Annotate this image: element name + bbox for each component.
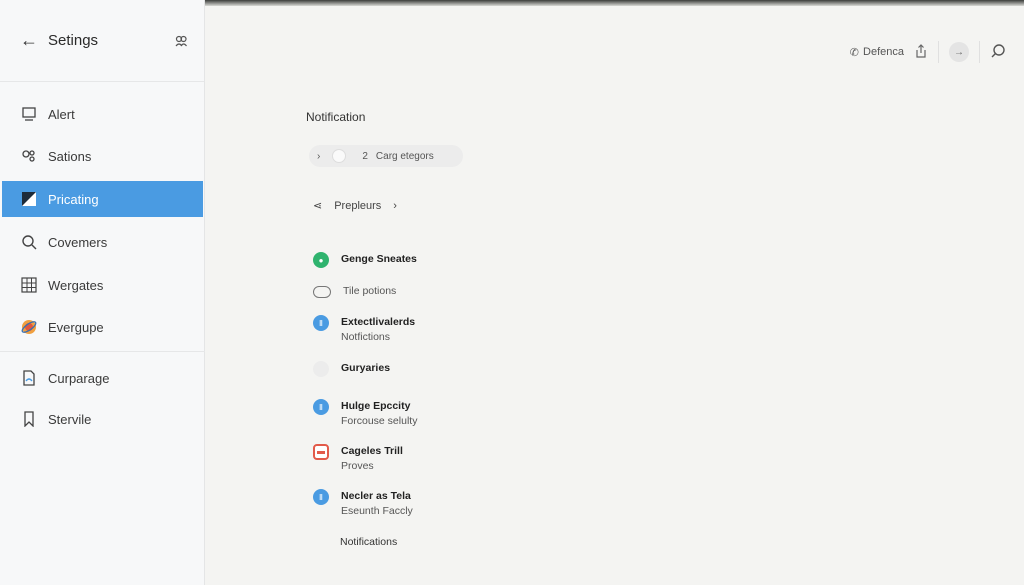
info-icon: Ⅱ [313, 399, 329, 415]
item-title: Cageles Trill [341, 445, 403, 457]
list-item[interactable]: Ⅱ Hulge Epccity Forcouse selulty [313, 399, 417, 429]
sidebar-item-label: Sations [48, 148, 92, 164]
people-icon[interactable] [174, 34, 188, 48]
list-item[interactable]: Tile potions [313, 284, 396, 299]
category-label: Carg etegors [375, 150, 434, 162]
link-icon [313, 286, 331, 298]
info-icon: Ⅱ [313, 315, 329, 331]
green-status-icon: ● [313, 252, 329, 268]
document-icon [20, 369, 38, 387]
item-title: Tile potions [343, 285, 397, 297]
item-subtitle: Proves [341, 460, 374, 472]
sidebar-item-curparage[interactable]: Curparage [2, 360, 203, 396]
toggle-switch[interactable] [332, 149, 347, 163]
sidebar-item-label: Wergates [48, 277, 104, 293]
globe-icon [20, 318, 38, 336]
arrow-icon: ⋖ [313, 200, 323, 212]
sidebar-item-stervile[interactable]: Stervile [2, 401, 203, 437]
settings-sidebar: ← Setings Alert Sations Pricating Coveme… [0, 0, 205, 585]
sidebar-divider [0, 351, 205, 352]
list-item[interactable]: Ⅱ Necler as Tela Eseunth Faccly [313, 489, 413, 519]
grid-icon [20, 276, 38, 294]
sidebar-item-alert[interactable]: Alert [2, 96, 203, 132]
sidebar-item-label: Curparage [48, 370, 110, 386]
monitor-icon [20, 105, 38, 123]
square-icon [20, 190, 38, 208]
item-subtitle: Forcouse selulty [341, 415, 418, 427]
sidebar-item-covemers[interactable]: Covemers [2, 224, 203, 260]
item-title: Genge Sneates [341, 253, 417, 265]
sidebar-item-sations[interactable]: Sations [2, 138, 203, 174]
sidebar-item-label: Evergupe [48, 319, 104, 335]
item-subtitle: Notfictions [341, 331, 391, 343]
sidebar-item-label: Stervile [48, 411, 92, 427]
list-item[interactable]: Cageles Trill Proves [313, 444, 403, 474]
sidebar-header: ← Setings [0, 0, 204, 82]
breadcrumb[interactable]: ⋖ Prepleurs › [313, 199, 397, 213]
sidebar-item-wergates[interactable]: Wergates [2, 267, 203, 303]
sidebar-item-pricating[interactable]: Pricating [2, 181, 203, 217]
category-count: 2 [362, 150, 368, 162]
item-subtitle: Eseunth Faccly [341, 505, 413, 517]
section-title: Notification [306, 110, 366, 124]
list-item[interactable]: ● Genge Sneates [313, 252, 417, 268]
back-arrow-icon[interactable]: ← [20, 30, 42, 51]
sidebar-title: Setings [48, 32, 99, 49]
item-title: Guryaries [341, 362, 391, 374]
chevron-right-icon[interactable]: › [317, 151, 320, 162]
sidebar-item-label: Pricating [48, 191, 99, 207]
item-title: Extectlivalerds [341, 316, 416, 328]
chevron-right-icon: › [393, 199, 397, 212]
item-title: Necler as Tela [341, 490, 411, 502]
info-icon: Ⅱ [313, 489, 329, 505]
search-icon [20, 233, 38, 251]
notification-settings-panel: Notification › 2 Carg etegors ⋖ Prepleur… [205, 0, 1024, 585]
category-filter-pill[interactable]: › 2 Carg etegors [309, 145, 463, 167]
calendar-icon [313, 444, 329, 460]
sidebar-item-label: Alert [48, 106, 75, 122]
breadcrumb-label: Prepleurs [334, 199, 382, 212]
nodes-icon [20, 147, 38, 165]
bookmark-icon [20, 410, 38, 428]
item-title: Hulge Epccity [341, 400, 411, 412]
empty-circle-icon [313, 361, 329, 377]
sidebar-item-evergupe[interactable]: Evergupe [2, 309, 203, 345]
list-item[interactable]: Guryaries [313, 361, 390, 377]
sidebar-item-label: Covemers [48, 234, 108, 250]
notifications-link[interactable]: Notifications [340, 536, 397, 548]
list-item[interactable]: Ⅱ Extectlivalerds Notfictions [313, 315, 415, 345]
